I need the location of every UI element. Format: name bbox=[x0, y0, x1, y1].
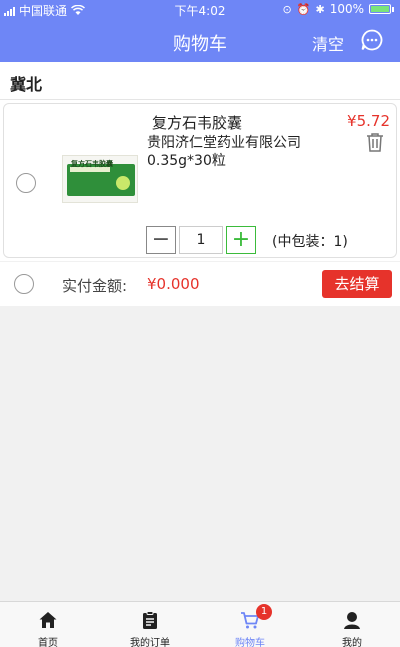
location-icon: ⊙ bbox=[282, 2, 292, 16]
quantity-input[interactable]: 1 bbox=[179, 226, 223, 254]
home-icon bbox=[39, 612, 57, 628]
quantity-stepper: − 1 + bbox=[146, 225, 256, 255]
clear-cart-button[interactable]: 清空 bbox=[312, 31, 344, 55]
product-price: ¥5.72 bbox=[347, 112, 390, 130]
select-all-radio[interactable] bbox=[14, 274, 34, 294]
battery-percent: 100% bbox=[329, 2, 364, 16]
tab-bar: 首页 我的订单 1 购物车 我的 bbox=[0, 601, 400, 647]
item-select-radio[interactable] bbox=[16, 173, 36, 193]
product-name: 复方石韦胶囊 bbox=[152, 114, 243, 132]
product-image[interactable]: 复方石韦胶囊 bbox=[62, 155, 138, 203]
trash-icon[interactable] bbox=[363, 130, 387, 154]
region-header: 冀北 bbox=[0, 62, 400, 100]
tab-label: 我的订单 bbox=[130, 638, 170, 647]
status-right: ⊙ ⏰ ✱ 100% bbox=[283, 2, 394, 16]
summary-bar: 实付金额: ¥0.000 去结算 bbox=[0, 262, 400, 306]
status-bar: 中国联通 下午4:02 ⊙ ⏰ ✱ 100% bbox=[0, 0, 400, 18]
tab-label: 我的 bbox=[342, 638, 362, 647]
tab-home[interactable]: 首页 bbox=[8, 602, 88, 647]
tab-label: 首页 bbox=[38, 638, 58, 647]
alarm-icon: ⏰ bbox=[296, 2, 311, 16]
decrease-quantity-button[interactable]: − bbox=[146, 226, 176, 254]
product-manufacturer: 贵阳济仁堂药业有限公司 bbox=[147, 135, 301, 151]
bluetooth-icon: ✱ bbox=[315, 2, 325, 16]
chat-bubble-icon[interactable] bbox=[360, 28, 384, 52]
increase-quantity-button[interactable]: + bbox=[226, 226, 256, 254]
product-spec: 0.35g*30粒 bbox=[147, 153, 226, 169]
cart-badge: 1 bbox=[256, 604, 272, 620]
tab-orders[interactable]: 我的订单 bbox=[110, 602, 190, 647]
orders-icon bbox=[143, 611, 157, 629]
nav-bar: 购物车 清空 bbox=[0, 18, 400, 62]
battery-icon bbox=[369, 4, 391, 14]
total-amount: ¥0.000 bbox=[147, 275, 200, 293]
pack-info: (中包装：1) bbox=[272, 234, 348, 250]
tab-profile[interactable]: 我的 bbox=[312, 602, 392, 647]
region-name: 冀北 bbox=[10, 75, 43, 94]
profile-icon bbox=[344, 612, 360, 629]
tab-cart[interactable]: 1 购物车 bbox=[210, 602, 290, 647]
total-label: 实付金额: bbox=[62, 277, 128, 295]
tab-label: 购物车 bbox=[235, 638, 265, 647]
cart-list: 复方石韦胶囊 复方石韦胶囊 ¥5.72 贵阳济仁堂药业有限公司 0.35g*30… bbox=[0, 100, 400, 261]
cart-item: 复方石韦胶囊 复方石韦胶囊 ¥5.72 贵阳济仁堂药业有限公司 0.35g*30… bbox=[3, 103, 397, 258]
product-image-text: 复方石韦胶囊 bbox=[71, 160, 113, 168]
checkout-button[interactable]: 去结算 bbox=[322, 270, 392, 298]
